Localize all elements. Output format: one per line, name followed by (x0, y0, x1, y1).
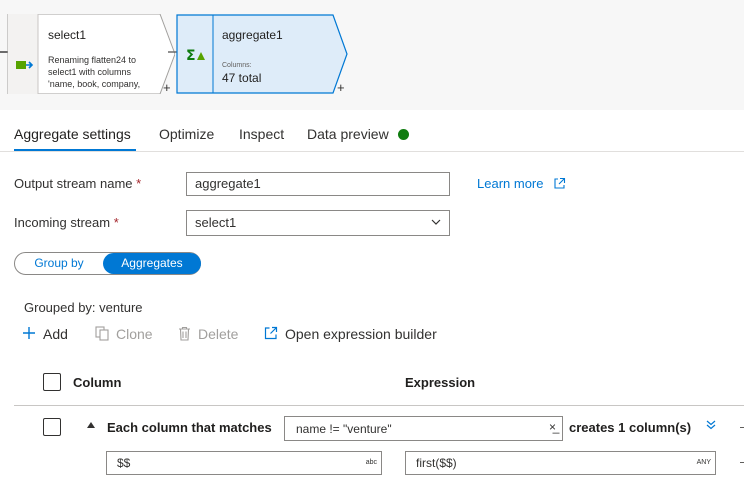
delete-button-label: Delete (198, 326, 239, 342)
match-expression-input[interactable]: name != "venture" ×̲ (284, 416, 563, 441)
output-stream-value: aggregate1 (195, 176, 261, 191)
clear-expression-icon[interactable]: ×̲ (549, 420, 556, 434)
settings-tabs: Aggregate settings Optimize Inspect Data… (0, 118, 744, 152)
select-node[interactable]: select1 Renaming flatten24 to select1 wi… (0, 14, 175, 94)
grouped-by-text: Grouped by: venture (24, 300, 143, 315)
add-after-aggregate-button[interactable]: + (337, 80, 345, 95)
row-action-dash (740, 427, 744, 428)
required-marker: * (136, 176, 142, 191)
pattern-rule-label: Each column that matches (107, 420, 272, 435)
output-stream-label: Output stream name * (14, 176, 141, 191)
required-marker: * (113, 215, 119, 230)
column-type-tag: abc (365, 459, 377, 466)
aggregate-node-shape: Σ (176, 14, 348, 94)
data-preview-status-dot (398, 129, 409, 140)
column-name-input[interactable]: $$ abc (106, 451, 382, 475)
incoming-stream-dropdown[interactable]: select1 (186, 210, 450, 236)
learn-more-link[interactable]: Learn more (477, 176, 543, 191)
expression-header: Expression (405, 375, 476, 390)
open-external-icon (264, 326, 278, 340)
output-stream-input[interactable]: aggregate1 (186, 172, 450, 196)
creates-columns-text: creates 1 column(s) (569, 420, 692, 435)
output-stream-label-text: Output stream name (14, 176, 133, 191)
toggle-group-by[interactable]: Group by (15, 253, 103, 274)
svg-text:Σ: Σ (186, 48, 196, 64)
expression-type-tag: ANY (696, 459, 711, 466)
toggle-aggregates[interactable]: Aggregates (103, 253, 201, 274)
select-all-checkbox[interactable] (43, 373, 61, 391)
expression-value: first($$) (416, 456, 457, 470)
open-expression-builder-button[interactable]: Open expression builder (264, 325, 439, 345)
plus-icon (23, 327, 35, 339)
chevron-down-icon (431, 219, 441, 225)
trash-icon (179, 326, 190, 341)
collapse-triangle-icon[interactable] (87, 422, 95, 428)
aggregate-node-columns-label: Columns: (222, 62, 252, 69)
row-action-dash (740, 462, 744, 463)
flow-canvas: select1 Renaming flatten24 to select1 wi… (0, 0, 744, 110)
incoming-stream-label-text: Incoming stream (14, 215, 111, 230)
select-node-description: Renaming flatten24 to select1 with colum… (48, 55, 141, 89)
clone-button-label: Clone (116, 326, 153, 342)
add-button-label: Add (43, 326, 68, 342)
select-transform-icon (16, 61, 34, 69)
active-tab-indicator (14, 149, 136, 151)
clone-button[interactable]: Clone (95, 325, 155, 345)
tab-optimize[interactable]: Optimize (159, 126, 214, 142)
add-after-select-button[interactable]: + (163, 80, 171, 95)
aggregate-node-title: aggregate1 (222, 28, 283, 42)
column-header: Column (73, 375, 122, 390)
delete-button[interactable]: Delete (178, 325, 242, 345)
expression-input[interactable]: first($$) ANY (405, 451, 716, 475)
external-link-icon[interactable] (553, 177, 566, 190)
column-name-value: $$ (117, 456, 131, 470)
incoming-stream-label: Incoming stream * (14, 215, 119, 230)
group-aggregate-toggle: Group by Aggregates (14, 252, 201, 275)
tab-inspect[interactable]: Inspect (239, 126, 284, 142)
incoming-stream-value: select1 (195, 215, 237, 230)
aggregate-node[interactable]: Σ aggregate1 Columns: 47 total (176, 14, 348, 94)
aggregate-node-columns-count: 47 total (222, 71, 262, 85)
table-header: Column Expression (14, 364, 744, 406)
select-node-title: select1 (48, 28, 87, 42)
row-checkbox[interactable] (43, 418, 61, 436)
match-expression-value: name != "venture" (296, 422, 392, 436)
clone-icon (95, 326, 109, 341)
tab-data-preview[interactable]: Data preview (307, 126, 389, 142)
tab-aggregate-settings[interactable]: Aggregate settings (14, 126, 131, 142)
open-expression-builder-label: Open expression builder (285, 326, 437, 342)
double-chevron-down-icon[interactable] (705, 419, 717, 431)
add-button[interactable]: Add (22, 325, 72, 345)
